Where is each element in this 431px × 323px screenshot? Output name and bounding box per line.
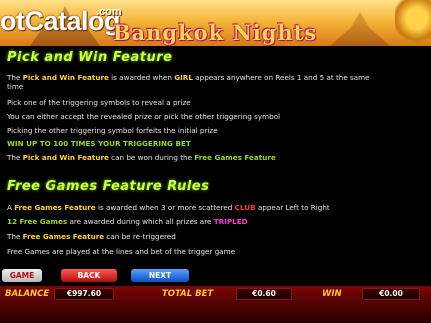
game-title: Bangkok Nights bbox=[112, 20, 318, 45]
free-games-rule-3: The Free Games Feature can be re-trigger… bbox=[7, 232, 427, 241]
status-bar: BALANCE €997.60 TOTAL BET €0.60 WIN €0.0… bbox=[0, 286, 431, 323]
text-segment: is awarded when 3 or more scattered bbox=[95, 203, 235, 212]
text-segment: The bbox=[7, 73, 23, 82]
symbol-name-highlight: GIRL bbox=[174, 73, 193, 82]
win-value: €0.00 bbox=[362, 288, 420, 300]
feature-name-highlight: Free Games Feature bbox=[14, 203, 96, 212]
total-bet-value: €0.60 bbox=[236, 288, 292, 300]
balance-label: BALANCE bbox=[5, 289, 50, 299]
paytable-content: Pick and Win Feature The Pick and Win Fe… bbox=[0, 46, 431, 268]
text-segment: is awarded when bbox=[108, 73, 175, 82]
game-button[interactable]: GAME bbox=[2, 269, 42, 282]
next-button[interactable]: NEXT bbox=[131, 269, 189, 282]
text-segment: can be re-triggered bbox=[104, 232, 176, 241]
pick-and-win-max-win: WIN UP TO 100 TIMES YOUR TRIGGERING BET bbox=[7, 139, 191, 148]
feature-name-highlight: Pick and Win Feature bbox=[22, 153, 109, 162]
pick-and-win-rule-6: The Pick and Win Feature can be won duri… bbox=[7, 153, 427, 162]
text-segment: appears anywhere on Reels 1 and 5 at the… bbox=[192, 73, 370, 82]
total-bet-label: TOTAL BET bbox=[162, 289, 214, 299]
feature-name-highlight: Pick and Win Feature bbox=[22, 73, 109, 82]
back-button[interactable]: BACK bbox=[61, 269, 117, 282]
game-header: otCatalog .com Bangkok Nights bbox=[0, 0, 431, 46]
feature-name-highlight: Free Games Feature bbox=[22, 232, 105, 241]
text-segment: The bbox=[7, 232, 23, 241]
pick-and-win-title: Pick and Win Feature bbox=[7, 50, 173, 65]
free-games-rule-4: Free Games are played at the lines and b… bbox=[7, 247, 236, 256]
free-games-title: Free Games Feature Rules bbox=[7, 179, 210, 194]
win-label: WIN bbox=[322, 289, 342, 299]
pick-and-win-rule-2: Pick one of the triggering symbols to re… bbox=[7, 98, 191, 107]
pick-and-win-rule-4: Picking the other triggering symbol forf… bbox=[7, 126, 218, 135]
symbol-name-highlight: CLUB bbox=[234, 203, 256, 212]
free-games-rule-1: A Free Games Feature is awarded when 3 o… bbox=[7, 203, 427, 212]
site-logo-suffix: .com bbox=[96, 6, 122, 18]
text-segment: can be won during the bbox=[108, 153, 195, 162]
text-segment: appear Left to Right bbox=[255, 203, 330, 212]
multiplier-highlight: TRIPLED bbox=[213, 217, 248, 226]
pick-and-win-rule-1-cont: time bbox=[7, 82, 24, 91]
text-segment: are awarded during which all prizes are bbox=[67, 217, 214, 226]
feature-name-highlight: Free Games Feature bbox=[194, 153, 276, 162]
navigation-controls: GAME BACK NEXT bbox=[0, 268, 431, 286]
text-segment: The bbox=[7, 153, 23, 162]
free-games-rule-2: 12 Free Games are awarded during which a… bbox=[7, 217, 427, 226]
pick-and-win-rule-3: You can either accept the revealed prize… bbox=[7, 112, 281, 121]
balance-value: €997.60 bbox=[54, 288, 114, 300]
pick-and-win-rule-1: The Pick and Win Feature is awarded when… bbox=[7, 73, 427, 82]
ornament-decoration bbox=[395, 0, 431, 46]
free-games-count-highlight: 12 Free Games bbox=[7, 217, 68, 226]
